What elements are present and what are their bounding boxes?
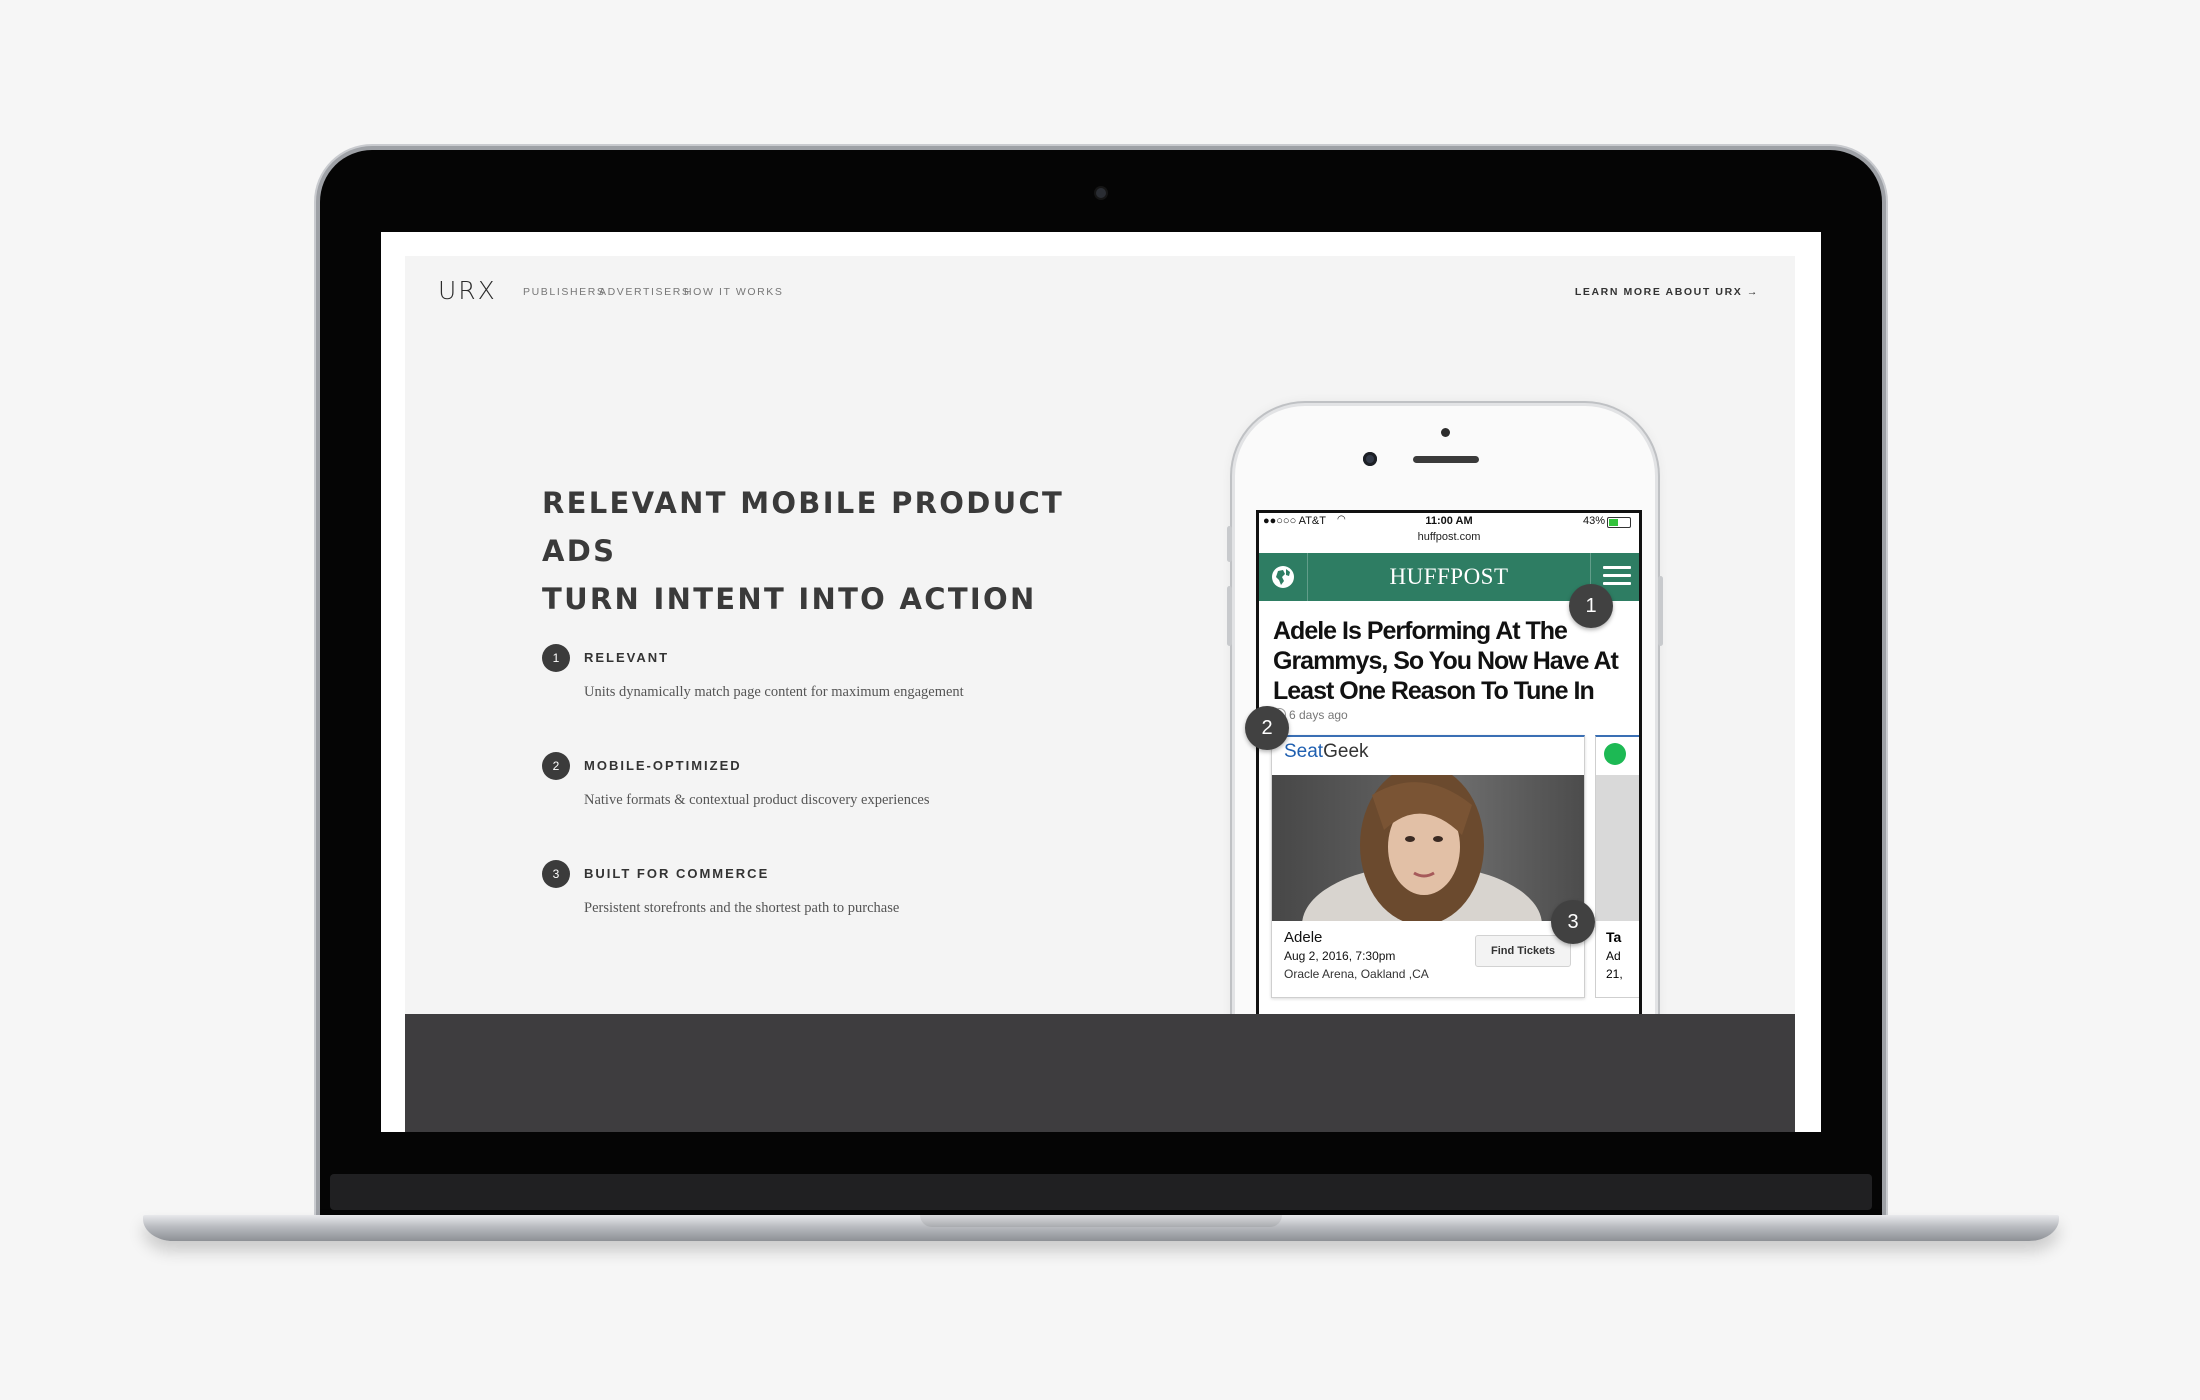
status-bar: ●●○○○ AT&T ◠ 11:00 AM 43% <box>1259 513 1639 529</box>
nav-link-publishers[interactable]: PUBLISHERS <box>523 286 606 298</box>
spotify-ad-card-partial[interactable]: Ta Ad 21, <box>1595 735 1639 998</box>
article-age-label: 6 days ago <box>1289 708 1348 722</box>
feature-number-badge: 2 <box>542 752 570 780</box>
webcam-icon <box>1096 188 1106 198</box>
find-tickets-button[interactable]: Find Tickets <box>1475 935 1571 967</box>
seatgeek-logo: SeatGeek <box>1284 741 1369 763</box>
top-navigation: URX PUBLISHERS ADVERTISERS HOW IT WORKS … <box>405 256 1795 326</box>
hero-headline: RELEVANT MOBILE PRODUCT ADS TURN INTENT … <box>542 479 1102 623</box>
partial-ad-line: Ad <box>1606 949 1621 963</box>
battery-icon <box>1607 517 1631 528</box>
headline-line-1: RELEVANT MOBILE PRODUCT ADS <box>542 486 1065 568</box>
url-label[interactable]: huffpost.com <box>1259 531 1639 543</box>
front-camera-icon <box>1363 452 1377 466</box>
urx-logo[interactable]: URX <box>438 276 497 305</box>
feature-title: RELEVANT <box>584 650 670 665</box>
laptop-chin <box>330 1174 1872 1210</box>
phone-mute-switch <box>1227 526 1232 562</box>
battery-percent: 43% <box>1582 515 1605 527</box>
event-name: Adele <box>1284 929 1323 946</box>
feature-description: Native formats & contextual product disc… <box>584 792 930 808</box>
hamburger-menu-icon[interactable] <box>1603 566 1631 590</box>
headline-line-2: TURN INTENT INTO ACTION <box>542 582 1037 616</box>
phone-sensor <box>1441 428 1450 437</box>
laptop-lid: URX PUBLISHERS ADVERTISERS HOW IT WORKS … <box>320 150 1882 1216</box>
laptop-screen: URX PUBLISHERS ADVERTISERS HOW IT WORKS … <box>381 232 1821 1132</box>
web-page: URX PUBLISHERS ADVERTISERS HOW IT WORKS … <box>405 256 1795 1132</box>
learn-more-link[interactable]: LEARN MORE ABOUT URX → <box>1575 286 1759 298</box>
footer-dark-band <box>405 1014 1795 1132</box>
article-age: 6 days ago <box>1273 708 1348 722</box>
feature-number-badge: 3 <box>542 860 570 888</box>
seatgeek-ad-card[interactable]: SeatGeek Adele Aug 2, 2016, 7:30pm Oracl… <box>1271 735 1585 998</box>
partial-ad-photo <box>1596 775 1639 921</box>
phone-speaker <box>1413 456 1479 463</box>
spotify-icon <box>1604 743 1626 765</box>
article-headline[interactable]: Adele Is Performing At The Grammys, So Y… <box>1273 616 1628 706</box>
callout-badge-2: 2 <box>1245 706 1289 750</box>
feature-description: Units dynamically match page content for… <box>584 684 964 700</box>
artist-photo <box>1272 775 1584 921</box>
partial-ad-line: 21, <box>1606 967 1623 981</box>
callout-badge-3: 3 <box>1551 900 1595 944</box>
feature-description: Persistent storefronts and the shortest … <box>584 900 900 916</box>
nav-link-advertisers[interactable]: ADVERTISERS <box>599 286 691 298</box>
event-venue: Oracle Arena, Oakland ,CA <box>1284 967 1429 981</box>
laptop-base <box>143 1215 2059 1241</box>
event-date: Aug 2, 2016, 7:30pm <box>1284 949 1396 963</box>
feature-title: BUILT FOR COMMERCE <box>584 866 770 881</box>
feature-number-badge: 1 <box>542 644 570 672</box>
feature-title: MOBILE-OPTIMIZED <box>584 758 742 773</box>
seatgeek-logo-part-2: Geek <box>1323 741 1369 762</box>
callout-badge-1: 1 <box>1569 584 1613 628</box>
laptop-hinge-notch <box>920 1215 1282 1227</box>
phone-power-button <box>1658 576 1663 646</box>
artist-portrait-image <box>1302 775 1542 921</box>
seatgeek-logo-part-1: Seat <box>1284 741 1324 762</box>
phone-volume-button <box>1227 586 1232 646</box>
partial-ad-title: Ta <box>1606 929 1622 945</box>
nav-link-how-it-works[interactable]: HOW IT WORKS <box>684 286 784 298</box>
